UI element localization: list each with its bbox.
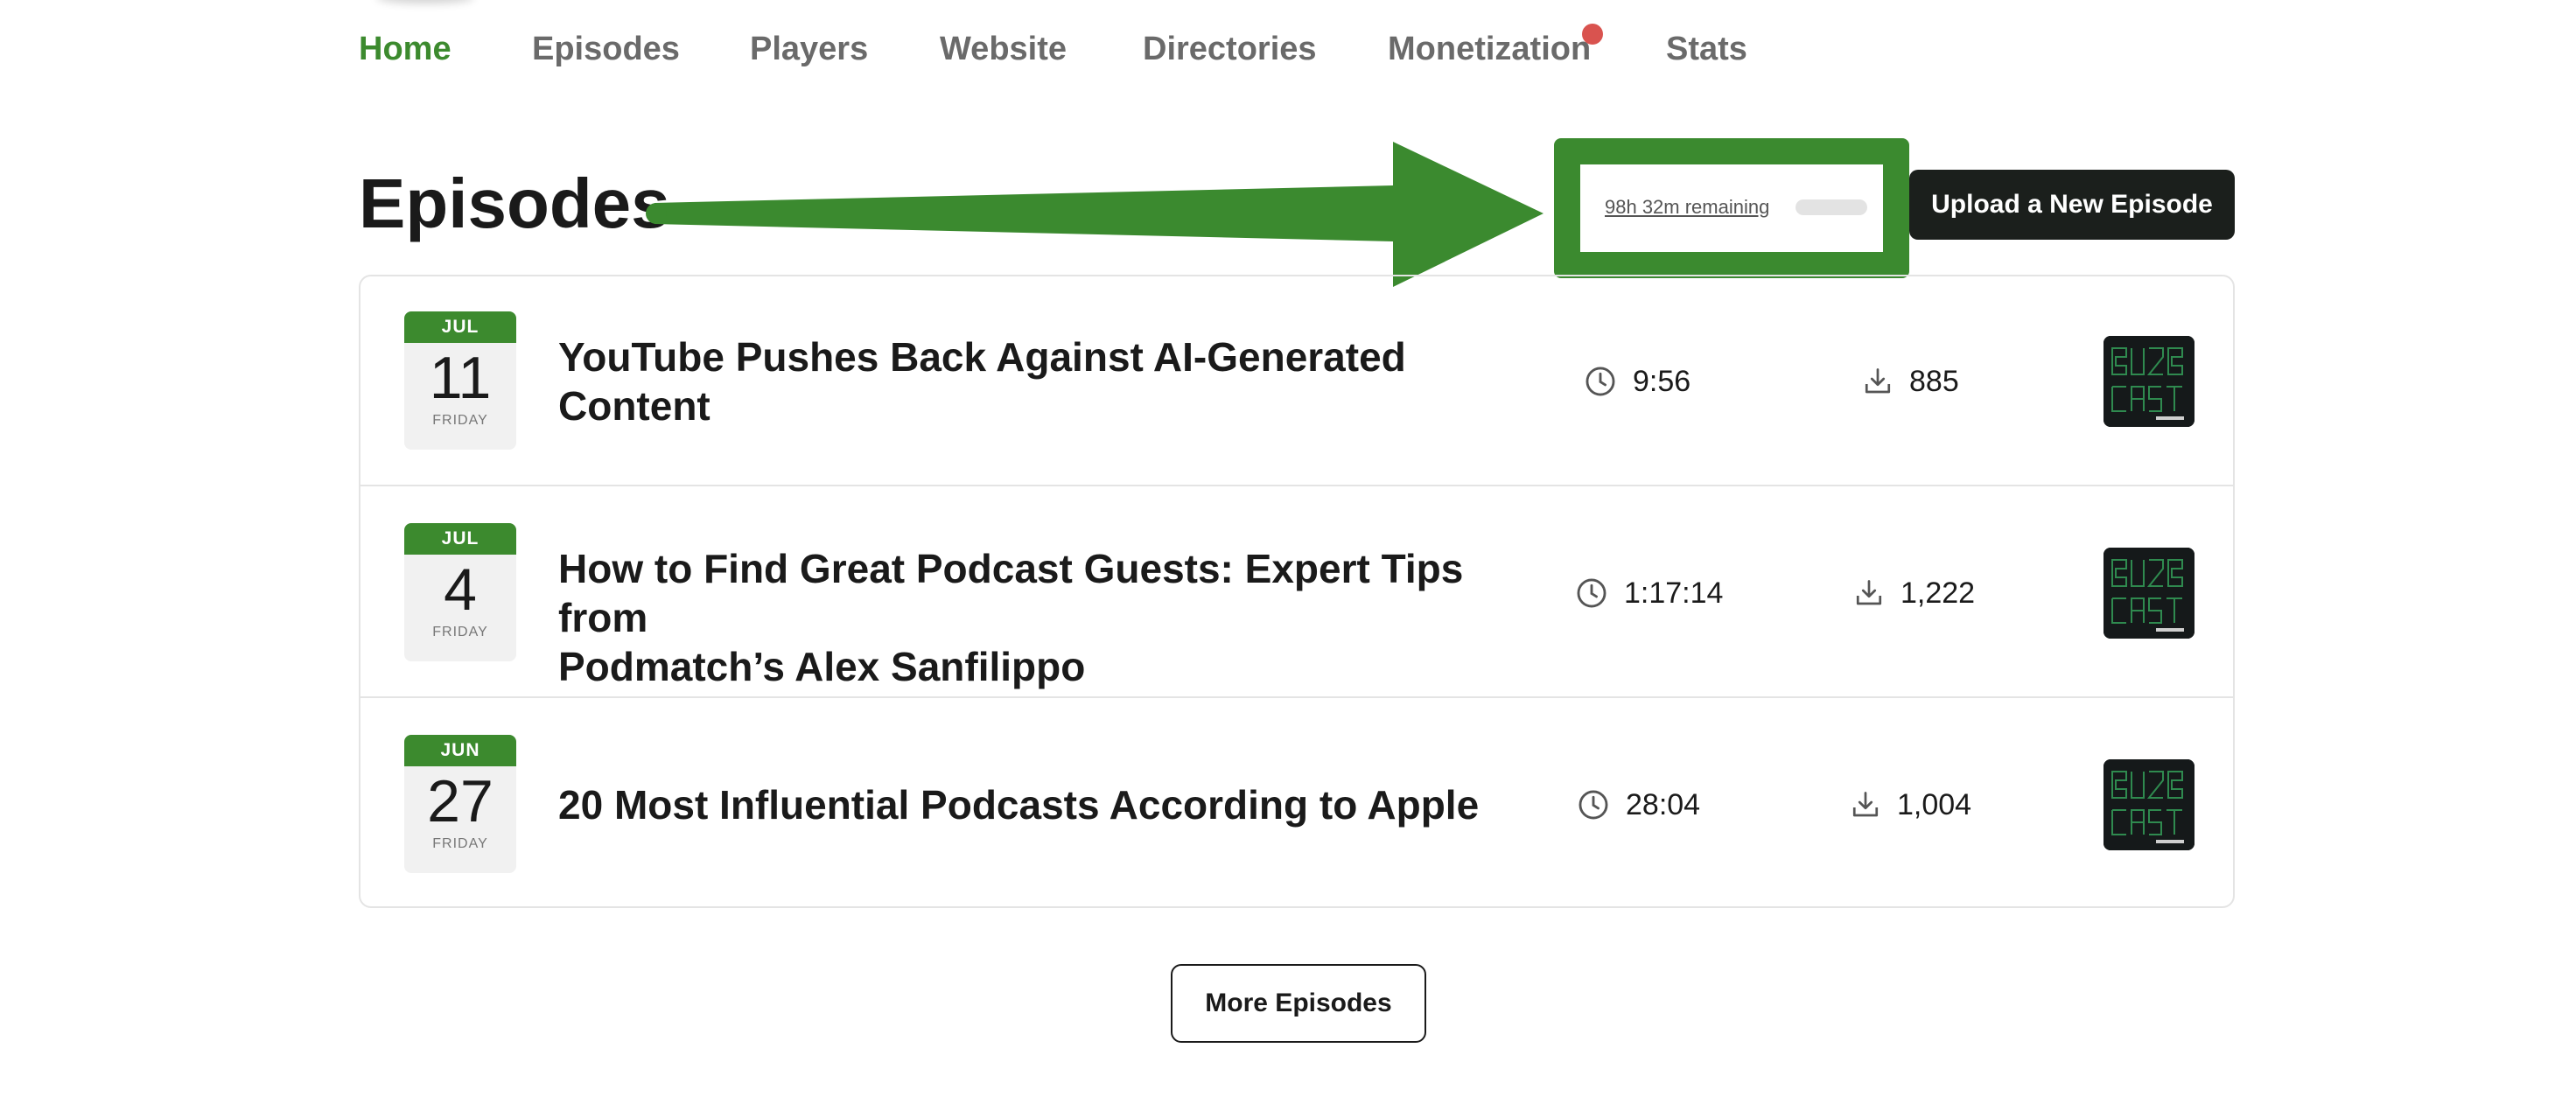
date-day: 11 (429, 345, 492, 411)
duration-value: 9:56 (1633, 364, 1691, 398)
download-icon (1852, 792, 1879, 817)
podcast-artwork (2104, 759, 2194, 850)
date-month: JUL (404, 311, 516, 343)
episode-title-line: YouTube Pushes Back Against AI-Generated (558, 334, 1406, 380)
date-day: 27 (427, 768, 494, 835)
episode-list: JUL 11 FRIDAY YouTube Pushes Back Agains… (359, 275, 2235, 908)
episode-title-line: Podmatch’s Alex Sanfilippo (558, 644, 1086, 689)
downloads-value: 1,004 (1897, 787, 1972, 821)
upload-new-episode-button[interactable]: Upload a New Episode (1909, 170, 2235, 240)
podcast-artwork (2104, 548, 2194, 639)
podcast-artwork (2104, 336, 2194, 427)
storage-progress-bar (1796, 199, 1867, 215)
nav-directories[interactable]: Directories (1143, 26, 1317, 72)
nav-episodes[interactable]: Episodes (532, 26, 680, 72)
date-badge: JUL 11 FRIDAY (404, 311, 516, 450)
episode-downloads: 1,222 (1853, 488, 1975, 698)
episode-title-line: 20 Most Influential Podcasts According t… (558, 782, 1480, 828)
page-title: Episodes (359, 164, 670, 242)
more-episodes-button[interactable]: More Episodes (1171, 964, 1426, 1043)
nav-website[interactable]: Website (940, 26, 1067, 72)
nav-home[interactable]: Home (359, 26, 452, 72)
episode-title[interactable]: YouTube Pushes Back Against AI-Generated… (558, 332, 1512, 430)
download-icon (1856, 580, 1882, 605)
clock-icon (1577, 578, 1606, 608)
clock-icon (1586, 367, 1615, 396)
episode-downloads: 885 (1862, 276, 1959, 486)
episode-row[interactable]: JUL 4 FRIDAY How to Find Great Podcast G… (360, 488, 2233, 698)
episode-row[interactable]: JUN 27 FRIDAY 20 Most Influential Podcas… (360, 700, 2233, 910)
episode-duration: 28:04 (1577, 700, 1700, 910)
nav-monetization[interactable]: Monetization (1388, 26, 1591, 72)
date-badge: JUN 27 FRIDAY (404, 735, 516, 873)
episode-title[interactable]: 20 Most Influential Podcasts According t… (558, 780, 1512, 829)
date-badge: JUL 4 FRIDAY (404, 523, 516, 661)
download-icon (1865, 368, 1891, 394)
duration-value: 28:04 (1626, 787, 1701, 821)
episode-duration: 9:56 (1584, 276, 1690, 486)
nav-stats[interactable]: Stats (1666, 26, 1747, 72)
downloads-value: 885 (1909, 364, 1959, 398)
episode-downloads: 1,004 (1850, 700, 1971, 910)
date-weekday: FRIDAY (432, 413, 488, 428)
clock-icon (1578, 790, 1608, 820)
episode-title[interactable]: How to Find Great Podcast Guests: Expert… (558, 544, 1512, 691)
notification-dot (1582, 24, 1603, 45)
date-weekday: FRIDAY (432, 625, 488, 639)
date-month: JUN (404, 735, 516, 766)
duration-value: 1:17:14 (1624, 576, 1724, 610)
nav-players[interactable]: Players (750, 26, 868, 72)
episode-row[interactable]: JUL 11 FRIDAY YouTube Pushes Back Agains… (360, 276, 2233, 486)
downloads-value: 1,222 (1900, 576, 1976, 610)
storage-remaining-link[interactable]: 98h 32m remaining (1605, 196, 1769, 219)
date-month: JUL (404, 523, 516, 555)
episode-title-line: Content (558, 383, 710, 429)
date-day: 4 (444, 556, 477, 623)
storage-remaining-widget: 98h 32m remaining (1580, 164, 1883, 252)
date-weekday: FRIDAY (432, 836, 488, 851)
episode-title-line: How to Find Great Podcast Guests: Expert… (558, 546, 1464, 640)
episode-duration: 1:17:14 (1575, 488, 1723, 698)
